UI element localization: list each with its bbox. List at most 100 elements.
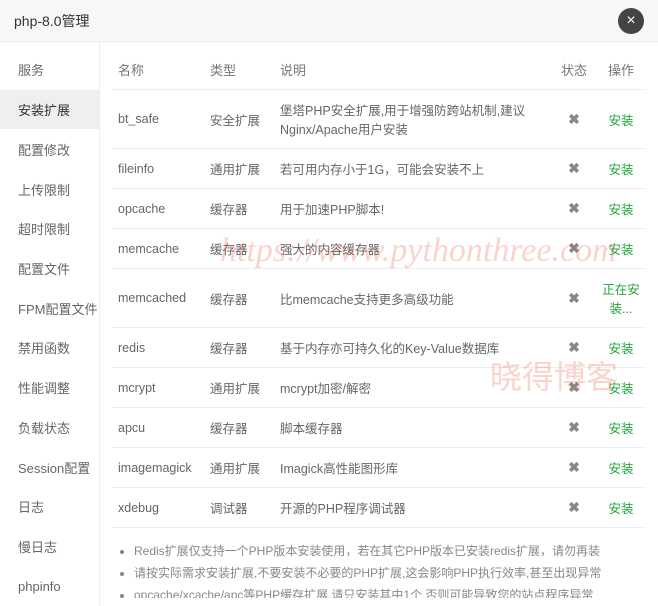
status-x-icon[interactable]: ✖ bbox=[568, 339, 580, 355]
sidebar-item-11[interactable]: 日志 bbox=[0, 487, 99, 527]
table-row: memcached缓存器比memcache支持更多高级功能 ✖ 正在安装... bbox=[112, 269, 646, 328]
ext-desc: 若可用内存小于1G，可能会安装不上 bbox=[274, 149, 552, 189]
ext-status: ✖ bbox=[552, 149, 596, 189]
sidebar-item-1[interactable]: 安装扩展 bbox=[0, 90, 99, 130]
ext-name: apcu bbox=[112, 408, 204, 448]
ext-status: ✖ bbox=[552, 328, 596, 368]
header-type: 类型 bbox=[204, 50, 274, 90]
ext-desc: 比memcache支持更多高级功能 bbox=[274, 269, 552, 328]
install-button[interactable]: 安装 bbox=[608, 114, 633, 128]
ext-desc: 堡塔PHP安全扩展,用于增强防跨站机制,建议Nginx/Apache用户安装 bbox=[274, 90, 552, 149]
install-button[interactable]: 安装 bbox=[608, 382, 633, 396]
install-button[interactable]: 安装 bbox=[608, 502, 633, 516]
sidebar-item-7[interactable]: 禁用函数 bbox=[0, 328, 99, 368]
status-x-icon[interactable]: ✖ bbox=[568, 499, 580, 515]
table-row: apcu缓存器脚本缓存器✖安装 bbox=[112, 408, 646, 448]
ext-status: ✖ bbox=[552, 448, 596, 488]
status-x-icon[interactable]: ✖ bbox=[568, 160, 580, 176]
ext-action: 安装 bbox=[596, 328, 646, 368]
status-x-icon[interactable]: ✖ bbox=[568, 459, 580, 475]
ext-name: imagemagick bbox=[112, 448, 204, 488]
ext-name: memcached bbox=[112, 269, 204, 328]
ext-name: xdebug bbox=[112, 488, 204, 528]
install-button[interactable]: 安装 bbox=[608, 243, 633, 257]
ext-name: memcache bbox=[112, 229, 204, 269]
ext-type: 通用扩展 bbox=[204, 149, 274, 189]
ext-name: mcrypt bbox=[112, 368, 204, 408]
status-x-icon[interactable]: ✖ bbox=[568, 200, 580, 216]
ext-status: ✖ bbox=[552, 368, 596, 408]
ext-action: 安装 bbox=[596, 229, 646, 269]
ext-type: 缓存器 bbox=[204, 269, 274, 328]
note-item: Redis扩展仅支持一个PHP版本安装使用，若在其它PHP版本已安装redis扩… bbox=[134, 540, 642, 562]
install-button[interactable]: 安装 bbox=[608, 462, 633, 476]
table-row: memcache缓存器强大的内容缓存器 ✖ 安装 bbox=[112, 229, 646, 269]
status-x-icon[interactable]: ✖ bbox=[568, 290, 580, 306]
sidebar-item-5[interactable]: 配置文件 bbox=[0, 249, 99, 289]
ext-action: 安装 bbox=[596, 149, 646, 189]
sidebar-item-3[interactable]: 上传限制 bbox=[0, 169, 99, 209]
ext-action: 安装 bbox=[596, 408, 646, 448]
ext-name: opcache bbox=[112, 189, 204, 229]
modal-window: php-8.0管理 × 服务安装扩展配置修改上传限制超时限制配置文件FPM配置文… bbox=[0, 0, 658, 606]
extensions-table: 名称 类型 说明 状态 操作 bt_safe安全扩展堡塔PHP安全扩展,用于增强… bbox=[112, 50, 646, 528]
sidebar-item-0[interactable]: 服务 bbox=[0, 50, 99, 90]
status-x-icon[interactable]: ✖ bbox=[568, 379, 580, 395]
sidebar-item-13[interactable]: phpinfo bbox=[0, 566, 99, 606]
ext-type: 缓存器 bbox=[204, 229, 274, 269]
sidebar-item-2[interactable]: 配置修改 bbox=[0, 129, 99, 169]
header-desc: 说明 bbox=[274, 50, 552, 90]
ext-type: 通用扩展 bbox=[204, 368, 274, 408]
ext-type: 缓存器 bbox=[204, 189, 274, 229]
sidebar-item-10[interactable]: Session配置 bbox=[0, 447, 99, 487]
ext-action: 安装 bbox=[596, 90, 646, 149]
table-row: mcrypt通用扩展mcrypt加密/解密✖安装 bbox=[112, 368, 646, 408]
ext-desc: 用于加速PHP脚本! bbox=[274, 189, 552, 229]
main-panel: https://www.pythonthree.com 晓得博客 名称 类型 说… bbox=[100, 42, 658, 606]
sidebar-item-4[interactable]: 超时限制 bbox=[0, 209, 99, 249]
status-x-icon[interactable]: ✖ bbox=[568, 419, 580, 435]
content-scroll[interactable]: 名称 类型 说明 状态 操作 bt_safe安全扩展堡塔PHP安全扩展,用于增强… bbox=[112, 50, 654, 598]
install-button[interactable]: 安装 bbox=[608, 342, 633, 356]
note-item: opcache/xcache/apc等PHP缓存扩展,请只安装其中1个,否则可能… bbox=[134, 584, 642, 598]
table-row: bt_safe安全扩展堡塔PHP安全扩展,用于增强防跨站机制,建议Nginx/A… bbox=[112, 90, 646, 149]
ext-type: 安全扩展 bbox=[204, 90, 274, 149]
table-row: imagemagick通用扩展Imagick高性能图形库 ✖ 安装 bbox=[112, 448, 646, 488]
header-action: 操作 bbox=[596, 50, 646, 90]
sidebar-item-12[interactable]: 慢日志 bbox=[0, 527, 99, 567]
sidebar-item-6[interactable]: FPM配置文件 bbox=[0, 288, 99, 328]
ext-action: 安装 bbox=[596, 488, 646, 528]
status-x-icon[interactable]: ✖ bbox=[568, 111, 580, 127]
sidebar: 服务安装扩展配置修改上传限制超时限制配置文件FPM配置文件禁用函数性能调整负载状… bbox=[0, 42, 100, 606]
install-button[interactable]: 安装 bbox=[608, 163, 633, 177]
ext-status: ✖ bbox=[552, 189, 596, 229]
ext-action: 安装 bbox=[596, 368, 646, 408]
sidebar-item-8[interactable]: 性能调整 bbox=[0, 368, 99, 408]
ext-name: redis bbox=[112, 328, 204, 368]
install-button[interactable]: 安装 bbox=[608, 203, 633, 217]
ext-action: 安装 bbox=[596, 448, 646, 488]
table-row: fileinfo通用扩展若可用内存小于1G，可能会安装不上✖安装 bbox=[112, 149, 646, 189]
modal-body: 服务安装扩展配置修改上传限制超时限制配置文件FPM配置文件禁用函数性能调整负载状… bbox=[0, 42, 658, 606]
ext-desc: 强大的内容缓存器 bbox=[274, 229, 552, 269]
ext-desc: 脚本缓存器 bbox=[274, 408, 552, 448]
ext-desc: 基于内存亦可持久化的Key-Value数据库 bbox=[274, 328, 552, 368]
notes-list: Redis扩展仅支持一个PHP版本安装使用，若在其它PHP版本已安装redis扩… bbox=[116, 540, 642, 598]
ext-action: 安装 bbox=[596, 189, 646, 229]
header-name: 名称 bbox=[112, 50, 204, 90]
window-title: php-8.0管理 bbox=[14, 11, 89, 31]
titlebar: php-8.0管理 × bbox=[0, 0, 658, 42]
close-icon[interactable]: × bbox=[618, 8, 644, 34]
table-header-row: 名称 类型 说明 状态 操作 bbox=[112, 50, 646, 90]
install-button[interactable]: 正在安装... bbox=[602, 283, 640, 316]
table-row: redis缓存器基于内存亦可持久化的Key-Value数据库✖安装 bbox=[112, 328, 646, 368]
ext-status: ✖ bbox=[552, 269, 596, 328]
ext-desc: 开源的PHP程序调试器 bbox=[274, 488, 552, 528]
status-x-icon[interactable]: ✖ bbox=[568, 240, 580, 256]
sidebar-item-9[interactable]: 负载状态 bbox=[0, 407, 99, 447]
ext-type: 通用扩展 bbox=[204, 448, 274, 488]
ext-status: ✖ bbox=[552, 90, 596, 149]
ext-type: 调试器 bbox=[204, 488, 274, 528]
ext-desc: Imagick高性能图形库 bbox=[274, 448, 552, 488]
install-button[interactable]: 安装 bbox=[608, 422, 633, 436]
